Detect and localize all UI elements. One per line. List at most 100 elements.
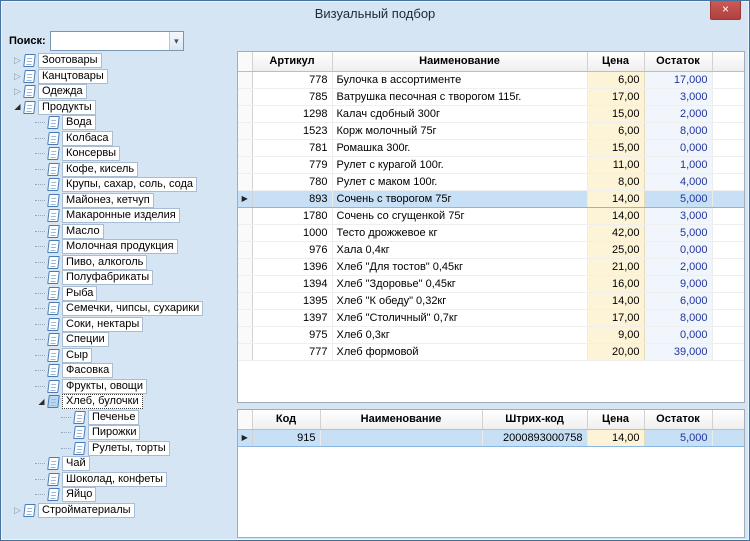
row-marker-cell (238, 173, 253, 191)
table-row[interactable]: 1394 Хлеб "Здоровье" 0,45кг 16,00 9,000 (238, 275, 744, 293)
tree-item[interactable]: Кофе, кисель (5, 161, 233, 178)
table-row[interactable]: 1397 Хлеб "Столичный" 0,7кг 17,00 8,000 (238, 309, 744, 327)
tree-item[interactable]: Печенье (5, 409, 233, 426)
tree-item-label: Фрукты, овощи (62, 378, 147, 394)
tree-item[interactable]: Фасовка (5, 363, 233, 379)
row-marker-cell (238, 309, 253, 327)
tree-item[interactable]: Чай (5, 456, 233, 472)
tree-connector (35, 215, 45, 217)
close-button[interactable]: × (710, 1, 741, 20)
table-row[interactable]: 780 Рулет с маком 100г. 8,00 4,000 (238, 173, 744, 191)
col-header-price[interactable]: Цена (587, 410, 645, 430)
tree-item[interactable]: ◢ Продукты (5, 99, 233, 116)
name-cell: Хлеб "Здоровье" 0,45кг (332, 275, 588, 293)
table-row[interactable]: 975 Хлеб 0,3кг 9,00 0,000 (238, 326, 744, 344)
search-input[interactable] (50, 32, 170, 50)
stock-cell: 3,000 (644, 207, 713, 225)
header-filler (712, 52, 744, 72)
table-row[interactable]: 1395 Хлеб "К обеду" 0,32кг 14,00 6,000 (238, 292, 744, 310)
article-cell: 781 (252, 139, 333, 157)
col-header-stock[interactable]: Остаток (644, 410, 713, 430)
table-row[interactable]: 976 Хала 0,4кг 25,00 0,000 (238, 241, 744, 259)
row-marker-cell (238, 241, 253, 259)
category-icon (47, 131, 60, 145)
tree-item[interactable]: ▷ Канцтовары (5, 68, 233, 85)
tree-item[interactable]: Пирожки (5, 425, 233, 441)
expand-icon[interactable]: ▷ (11, 505, 24, 515)
expand-icon[interactable]: ▷ (11, 56, 24, 65)
tree-item[interactable]: Фрукты, овощи (5, 378, 233, 395)
tree-item[interactable]: Специи (5, 332, 233, 348)
tree-connector (35, 230, 45, 232)
table-row[interactable]: 1396 Хлеб "Для тостов" 0,45кг 21,00 2,000 (238, 258, 744, 276)
tree-item[interactable]: Крупы, сахар, соль, сода (5, 177, 233, 193)
col-header-article[interactable]: Артикул (252, 52, 333, 72)
col-header-barcode[interactable]: Штрих-код (482, 410, 588, 430)
tree-item[interactable]: Молочная продукция (5, 239, 233, 255)
table-row[interactable]: 1523 Корж молочный 75г 6,00 8,000 (238, 122, 744, 140)
table-row[interactable]: 1298 Калач сдобный 300г 15,00 2,000 (238, 105, 744, 123)
stock-cell: 0,000 (644, 139, 713, 157)
stock-cell: 0,000 (644, 241, 713, 259)
tree-item[interactable]: Сыр (5, 347, 233, 364)
tree-item[interactable]: Масло (5, 223, 233, 240)
tree-item-label: Специи (62, 332, 109, 348)
expand-icon[interactable]: ▷ (11, 87, 24, 96)
tree-item[interactable]: Колбаса (5, 130, 233, 147)
collapse-icon[interactable]: ◢ (11, 103, 24, 111)
col-header-stock[interactable]: Остаток (644, 52, 713, 72)
collapse-icon[interactable]: ◢ (35, 397, 48, 406)
tree-item-label: Консервы (62, 146, 121, 162)
table-row[interactable]: 1780 Сочень со сгущенкой 75г 14,00 3,000 (238, 207, 744, 225)
search-combobox[interactable]: ▾ (49, 31, 184, 51)
table-row[interactable]: 777 Хлеб формовой 20,00 39,000 (238, 343, 744, 361)
expand-icon[interactable]: ▷ (11, 71, 24, 81)
tree-item[interactable]: ▷ Зоотовары (5, 53, 233, 69)
table-row[interactable]: ▶ 893 Сочень с творогом 75г 14,00 5,000 (238, 189, 744, 208)
tree-item-label: Шоколад, конфеты (62, 471, 167, 487)
tree-item[interactable]: Соки, нектары (5, 316, 233, 333)
stock-cell: 1,000 (644, 156, 713, 174)
tree-item[interactable]: Вода (5, 115, 233, 131)
title-bar[interactable]: Визуальный подбор × (1, 1, 749, 27)
dropdown-button[interactable]: ▾ (169, 32, 183, 50)
tree-item[interactable]: ▷ Стройматериалы (5, 502, 233, 519)
price-cell: 9,00 (586, 326, 645, 344)
stock-cell: 3,000 (644, 88, 713, 106)
price-cell: 42,00 (586, 224, 645, 242)
tree-item[interactable]: Майонез, кетчуп (5, 192, 233, 209)
table-row[interactable]: 785 Ватрушка песочная с творогом 115г. 17,… (238, 88, 744, 106)
tree-item[interactable]: Рулеты, торты (5, 440, 233, 457)
tree-item[interactable]: Консервы (5, 146, 233, 162)
table-row[interactable]: 781 Ромашка 300г. 15,00 0,000 (238, 139, 744, 157)
tree-item[interactable]: Шоколад, конфеты (5, 471, 233, 488)
article-cell: 779 (252, 156, 333, 174)
category-icon (23, 100, 36, 114)
barcode-cell: 2000893000758 (482, 428, 588, 447)
col-header-price[interactable]: Цена (587, 52, 645, 72)
tree-item[interactable]: ◢ Хлеб, булочки (5, 394, 233, 410)
tree-item[interactable]: Макаронные изделия (5, 208, 233, 224)
table-row[interactable]: 1000 Тесто дрожжевое кг 42,00 5,000 (238, 224, 744, 242)
tree-item[interactable]: Пиво, алкоголь (5, 254, 233, 271)
category-icon (47, 348, 60, 362)
tree-item[interactable]: ▷ Одежда (5, 84, 233, 100)
col-header-name[interactable]: Наименование (332, 52, 588, 72)
table-row[interactable]: ▶ 915 2000893000758 14,00 5,000 (238, 428, 744, 447)
row-filler (712, 428, 744, 447)
table-row[interactable]: 778 Булочка в ассортименте 6,00 17,000 (238, 71, 744, 89)
col-header-code[interactable]: Код (252, 410, 321, 430)
tree-item[interactable]: Семечки, чипсы, сухарики (5, 301, 233, 317)
col-header-name[interactable]: Наименование (320, 410, 483, 430)
article-cell: 1298 (252, 105, 333, 123)
tree-item-label: Кофе, кисель (62, 161, 139, 177)
table-row[interactable]: 779 Рулет с курагой 100г. 11,00 1,000 (238, 156, 744, 174)
tree-item[interactable]: Полуфабрикаты (5, 270, 233, 286)
category-icon (23, 503, 36, 517)
tree-connector (35, 370, 45, 372)
row-filler (712, 275, 744, 293)
tree-item[interactable]: Яйцо (5, 487, 233, 503)
stock-cell: 6,000 (644, 292, 713, 310)
tree-item[interactable]: Рыба (5, 285, 233, 302)
stock-cell: 9,000 (644, 275, 713, 293)
